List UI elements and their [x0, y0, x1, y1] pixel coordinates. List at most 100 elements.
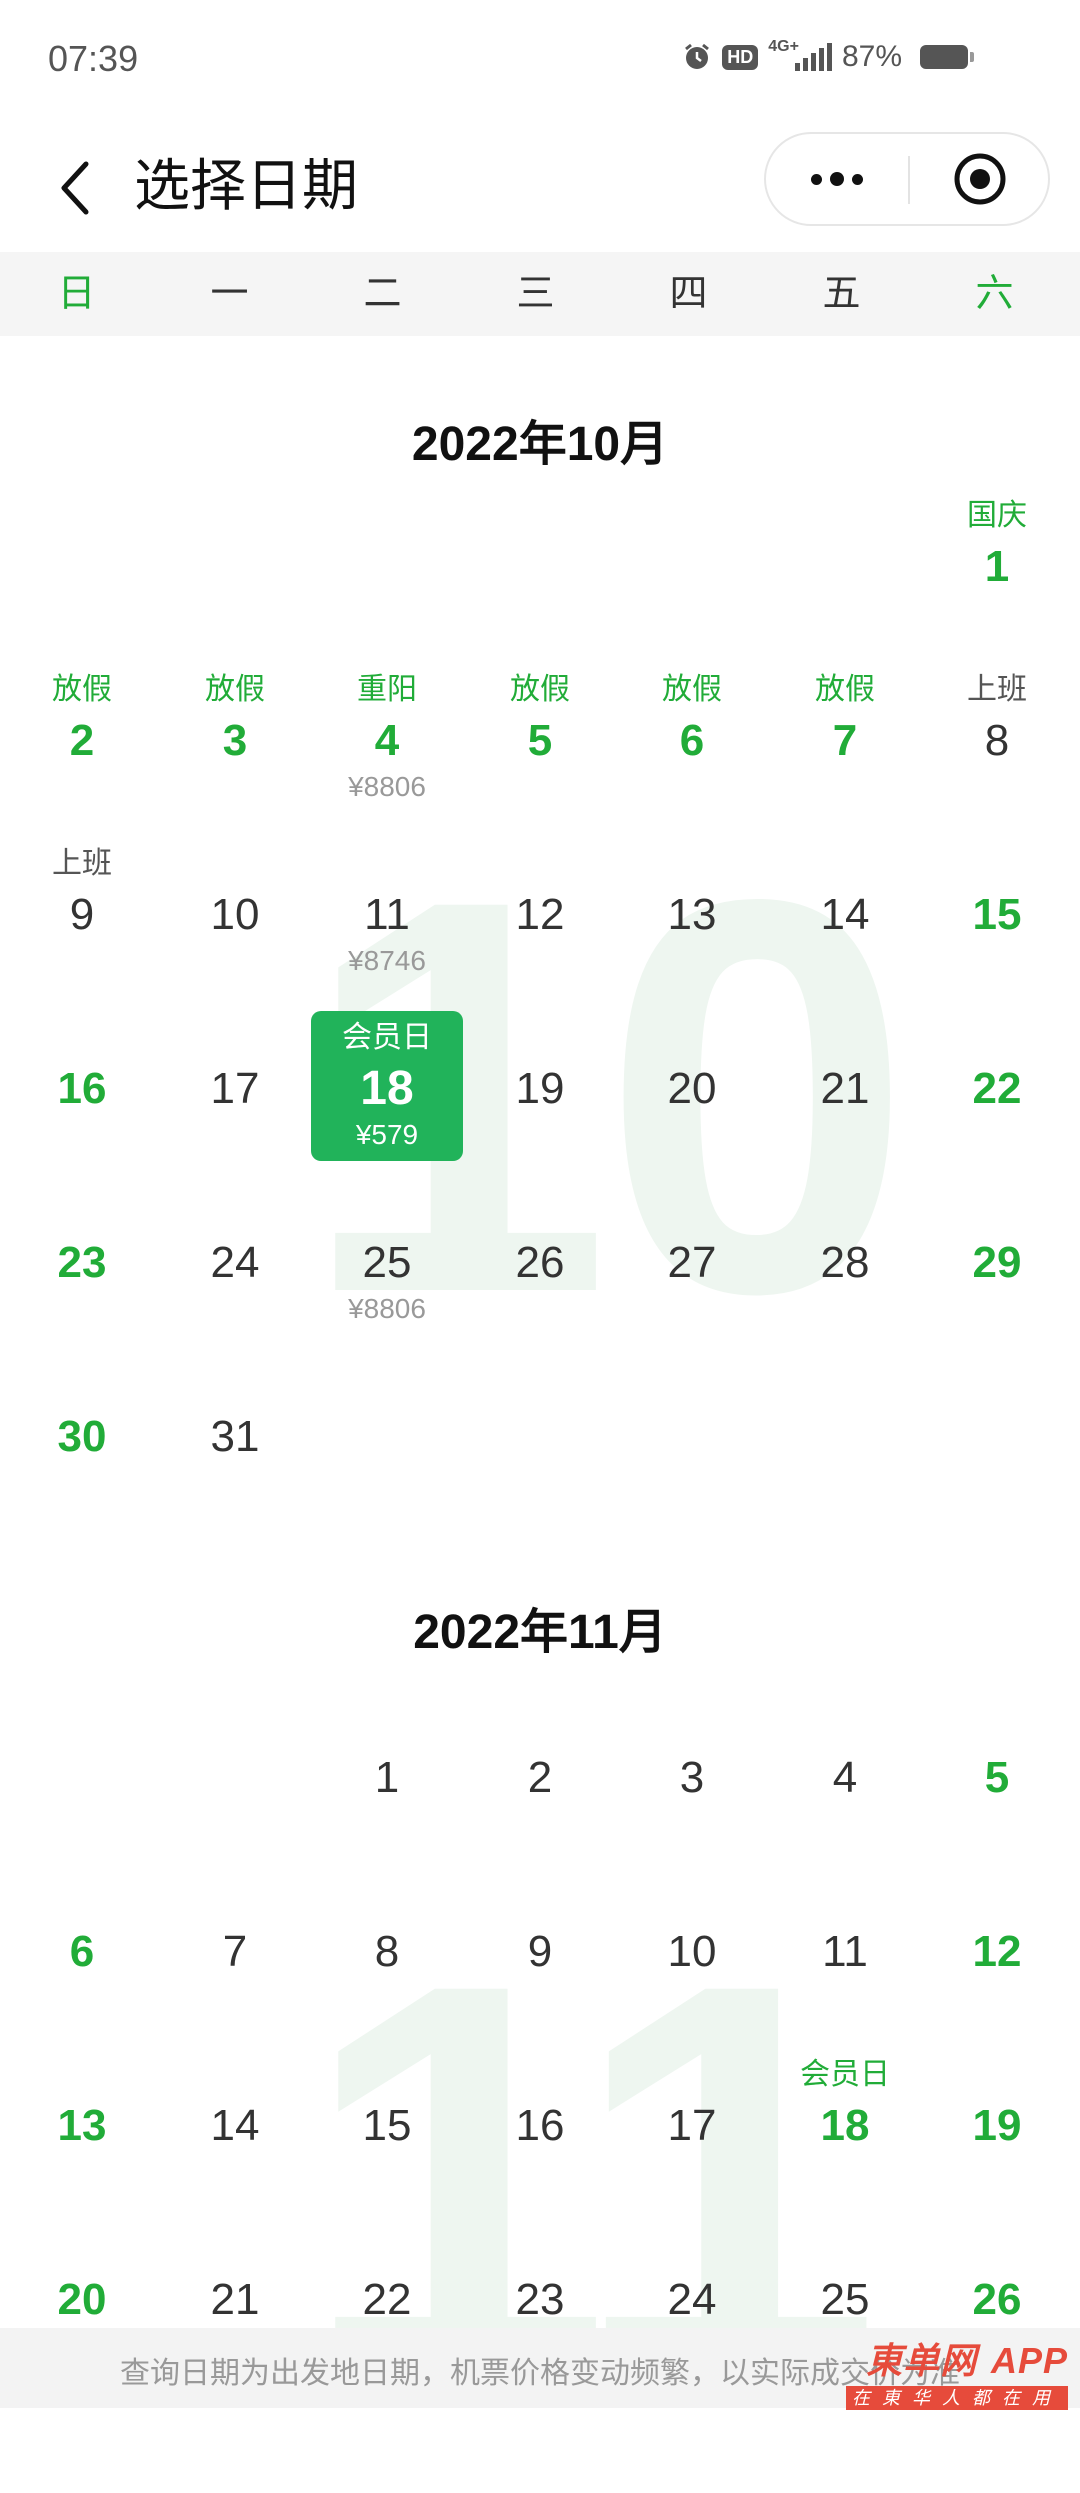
day-cell[interactable]: 放假 7: [769, 663, 921, 813]
day-cell[interactable]: 13: [616, 837, 768, 987]
day-cell[interactable]: 20: [616, 1011, 768, 1161]
day-number: 25: [362, 1238, 412, 1287]
day-number: 2: [69, 716, 95, 765]
day-cell[interactable]: 8: [311, 1874, 463, 2024]
back-button[interactable]: [36, 150, 112, 226]
month-november: 2022年11月 11 1 2 3 4 5 6 7 8 9 10 11 12 13 14 15 16 17 会员日…: [0, 1530, 1080, 2460]
day-cell[interactable]: 21: [769, 1011, 921, 1161]
day-cell[interactable]: 11 ¥8746: [311, 837, 463, 987]
weekday-header: 日 一 二 三 四 五 六: [0, 252, 1080, 336]
day-cell[interactable]: 重阳 4 ¥8806: [311, 663, 463, 813]
day-number: 25: [820, 2275, 870, 2324]
status-icons: HD 4G+ 87%: [682, 38, 974, 74]
day-cell[interactable]: 22: [311, 2222, 463, 2372]
day-cell[interactable]: 上班 9: [6, 837, 158, 987]
day-tag: 会员日: [800, 2058, 890, 2091]
day-cell[interactable]: 1: [311, 1700, 463, 1850]
day-cell[interactable]: 19: [921, 2048, 1073, 2198]
day-cell[interactable]: 放假 6: [616, 663, 768, 813]
day-cell[interactable]: 5: [921, 1700, 1073, 1850]
month-title: 2022年11月: [413, 1606, 667, 1659]
day-number: 30: [57, 1412, 107, 1461]
day-cell[interactable]: 16: [464, 2048, 616, 2198]
day-cell[interactable]: 23: [6, 1185, 158, 1335]
day-cell[interactable]: 17: [616, 2048, 768, 2198]
day-cell[interactable]: 19: [464, 1011, 616, 1161]
day-cell[interactable]: 放假 3: [159, 663, 311, 813]
day-cell[interactable]: 7: [159, 1874, 311, 2024]
day-cell[interactable]: 16: [6, 1011, 158, 1161]
day-cell[interactable]: 29: [921, 1185, 1073, 1335]
day-number: 16: [57, 1064, 107, 1113]
day-tag: 放假: [815, 673, 875, 706]
month-october: 2022年10月 10 国庆 1 放假 2 放假 3 重阳 4 ¥8806 放假 5 放假 6 放假 7 上班…: [0, 336, 1080, 1486]
alarm-icon: [682, 42, 712, 72]
day-cell[interactable]: 26: [464, 1185, 616, 1335]
day-number: 24: [210, 1238, 260, 1287]
status-bar: 07:39 HD 4G+ 87%: [0, 0, 1080, 124]
day-cell[interactable]: 放假 5: [464, 663, 616, 813]
day-cell[interactable]: 24: [616, 2222, 768, 2372]
day-cell[interactable]: 放假 2: [6, 663, 158, 813]
day-number: 14: [210, 2101, 260, 2150]
weekday-wed: 三: [516, 273, 555, 315]
day-number: 5: [984, 1753, 1010, 1802]
weekday-mon: 一: [210, 273, 249, 315]
day-cell[interactable]: 国庆 1: [921, 489, 1073, 639]
day-cell[interactable]: 9: [464, 1874, 616, 2024]
day-cell[interactable]: 24: [159, 1185, 311, 1335]
day-cell[interactable]: 3: [616, 1700, 768, 1850]
day-cell[interactable]: 14: [159, 2048, 311, 2198]
battery-icon: [920, 45, 974, 69]
page-title: 选择日期: [134, 154, 358, 217]
day-cell[interactable]: 14: [769, 837, 921, 987]
day-cell[interactable]: 13: [6, 2048, 158, 2198]
day-tag: 会员日: [342, 1021, 432, 1054]
day-number: 15: [362, 2101, 412, 2150]
close-button[interactable]: [910, 134, 1050, 224]
day-cell[interactable]: 31: [159, 1359, 311, 1509]
day-cell[interactable]: 17: [159, 1011, 311, 1161]
day-cell[interactable]: 4: [769, 1700, 921, 1850]
status-time: 07:39: [48, 38, 139, 79]
day-cell[interactable]: 11: [769, 1874, 921, 2024]
day-cell[interactable]: 12: [921, 1874, 1073, 2024]
day-number: 28: [820, 1238, 870, 1287]
day-cell[interactable]: 27: [616, 1185, 768, 1335]
more-dot-icon: [811, 173, 822, 185]
day-cell[interactable]: 25 ¥8806: [311, 1185, 463, 1335]
day-cell[interactable]: 28: [769, 1185, 921, 1335]
day-number: 17: [667, 2101, 717, 2150]
day-cell[interactable]: 10: [159, 837, 311, 987]
day-cell[interactable]: 22: [921, 1011, 1073, 1161]
day-cell[interactable]: 2: [464, 1700, 616, 1850]
day-number: 29: [972, 1238, 1022, 1287]
weekday-sat: 六: [975, 273, 1014, 315]
target-icon: [954, 153, 1006, 205]
day-number: 18: [820, 2101, 870, 2150]
day-number: 4: [374, 716, 400, 765]
day-cell[interactable]: 25: [769, 2222, 921, 2372]
day-cell[interactable]: 15: [311, 2048, 463, 2198]
day-cell[interactable]: 12: [464, 837, 616, 987]
more-button[interactable]: [766, 134, 908, 224]
day-cell[interactable]: 23: [464, 2222, 616, 2372]
day-number: 19: [515, 1064, 565, 1113]
day-cell[interactable]: 30: [6, 1359, 158, 1509]
day-cell[interactable]: 10: [616, 1874, 768, 2024]
day-price: ¥579: [355, 1119, 419, 1150]
day-number: 3: [222, 716, 248, 765]
day-cell[interactable]: 会员日 18: [769, 2048, 921, 2198]
day-cell[interactable]: 上班 8: [921, 663, 1073, 813]
day-cell[interactable]: 15: [921, 837, 1073, 987]
day-number: 10: [667, 1927, 717, 1976]
day-cell[interactable]: 20: [6, 2222, 158, 2372]
month-title: 2022年10月: [411, 418, 669, 471]
day-cell[interactable]: 21: [159, 2222, 311, 2372]
day-cell[interactable]: 会员日 18 ¥579: [311, 1011, 463, 1161]
day-number: 26: [515, 1238, 565, 1287]
day-number: 27: [667, 1238, 717, 1287]
day-number: 26: [972, 2275, 1022, 2324]
day-cell[interactable]: 6: [6, 1874, 158, 2024]
day-cell[interactable]: 26: [921, 2222, 1073, 2372]
